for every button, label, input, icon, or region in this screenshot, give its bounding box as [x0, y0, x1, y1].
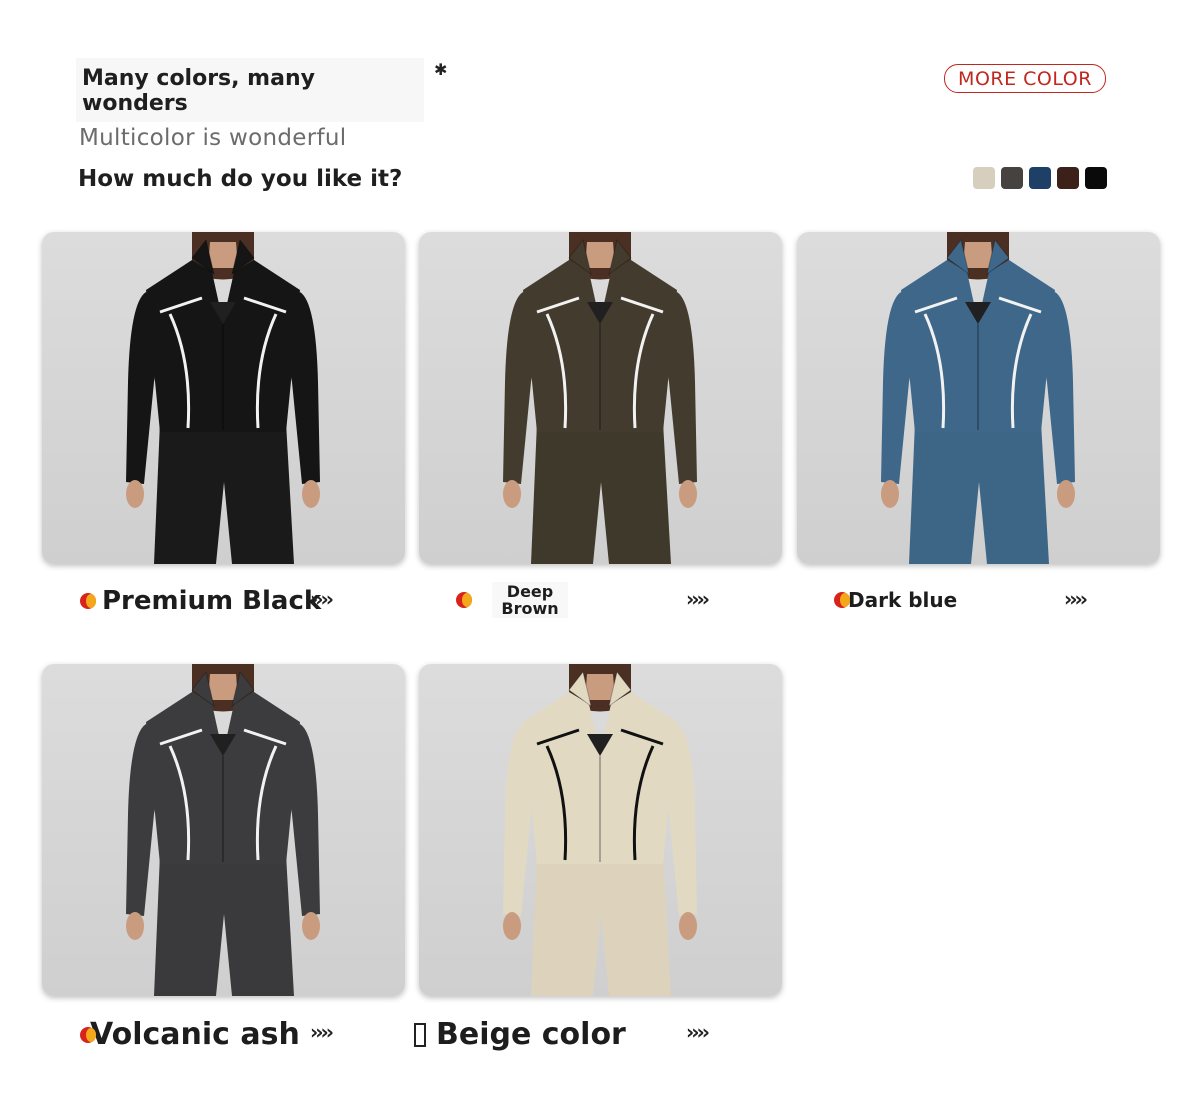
neck: [585, 674, 615, 700]
product-image-deep-brown[interactable]: [419, 232, 782, 564]
product-label-premium-black[interactable]: Premium Black: [80, 586, 321, 616]
color-dot-icon: [456, 592, 472, 608]
left-hand: [126, 480, 144, 508]
asterisk-icon: ✱: [434, 60, 448, 79]
swatch-ash[interactable]: [1001, 167, 1023, 189]
neck: [963, 242, 993, 268]
neck: [208, 242, 238, 268]
swatch-blue[interactable]: [1029, 167, 1051, 189]
chevron-right-icon[interactable]: ››››: [686, 587, 710, 611]
left-hand: [503, 480, 521, 508]
right-hand: [679, 912, 697, 940]
leggings: [531, 854, 671, 996]
color-dot-icon: [80, 593, 96, 609]
more-color-button[interactable]: MORE COLOR: [944, 64, 1106, 93]
page-question: How much do you like it?: [78, 166, 403, 192]
right-hand: [302, 912, 320, 940]
model-figure: [126, 232, 320, 564]
chevron-right-icon[interactable]: ››››: [310, 1020, 334, 1044]
product-image-premium-black[interactable]: [42, 232, 405, 564]
product-name: Deep Brown: [492, 582, 568, 618]
right-hand: [1057, 480, 1075, 508]
color-swatches: [973, 167, 1107, 189]
page-subtitle: Multicolor is wonderful: [79, 125, 347, 151]
color-dot-icon: [80, 1026, 96, 1043]
product-label-beige[interactable]: Beige color: [414, 1017, 626, 1052]
left-hand: [503, 912, 521, 940]
product-name: Volcanic ash: [90, 1017, 300, 1052]
neck: [208, 674, 238, 700]
product-name: Premium Black: [102, 586, 322, 616]
leggings: [909, 422, 1049, 564]
product-label-dark-blue[interactable]: Dark blue: [834, 588, 957, 612]
product-label-deep-brown[interactable]: Deep Brown: [456, 582, 568, 618]
leggings: [154, 422, 294, 564]
chevron-right-icon[interactable]: ››››: [310, 587, 334, 611]
model-figure: [881, 232, 1075, 564]
left-hand: [881, 480, 899, 508]
missing-glyph-icon: [414, 1022, 426, 1047]
product-image-dark-blue[interactable]: [797, 232, 1160, 564]
product-label-volcanic-ash[interactable]: Volcanic ash: [80, 1017, 300, 1052]
right-hand: [679, 480, 697, 508]
model-figure: [503, 664, 697, 996]
model-figure: [126, 664, 320, 996]
product-image-volcanic-ash[interactable]: [42, 664, 405, 996]
chevron-right-icon[interactable]: ››››: [1064, 587, 1088, 611]
product-image-beige[interactable]: [419, 664, 782, 996]
page-title: Many colors, many wonders: [82, 66, 315, 116]
chevron-right-icon[interactable]: ››››: [686, 1020, 710, 1044]
neck: [585, 242, 615, 268]
product-name: Beige color: [436, 1017, 626, 1052]
model-figure: [503, 232, 697, 564]
leggings: [154, 854, 294, 996]
swatch-black[interactable]: [1085, 167, 1107, 189]
swatch-beige[interactable]: [973, 167, 995, 189]
right-hand: [302, 480, 320, 508]
left-hand: [126, 912, 144, 940]
swatch-brown[interactable]: [1057, 167, 1079, 189]
leggings: [531, 422, 671, 564]
product-name: Dark blue: [848, 588, 958, 612]
color-dot-icon: [834, 592, 850, 608]
